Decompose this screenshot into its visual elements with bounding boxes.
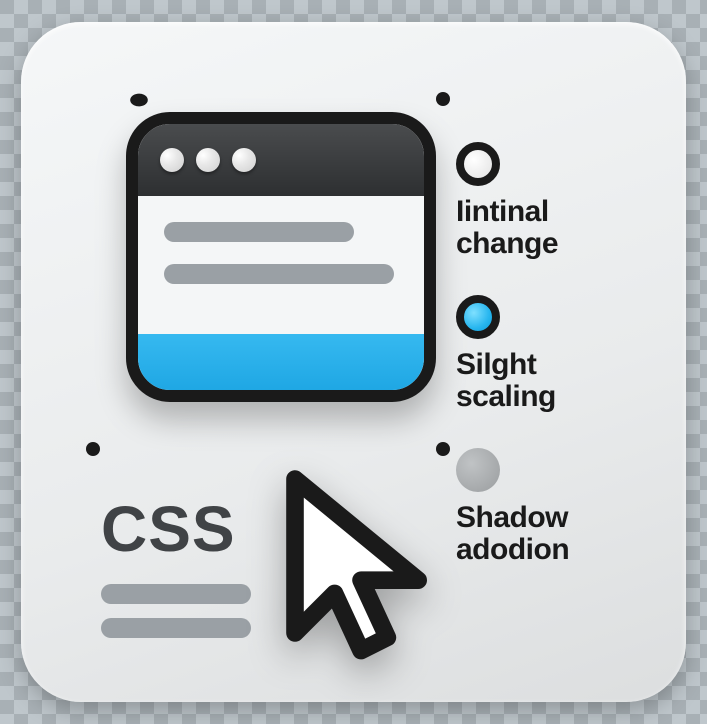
css-label: CSS <box>101 492 251 566</box>
corner-dot <box>129 93 149 108</box>
legend-label: Iintinal change <box>456 196 558 259</box>
corner-dot <box>436 92 450 106</box>
legend: Iintinal change Silght scaling Shadow ad… <box>456 142 646 565</box>
legend-item-shadow-addition: Shadow adodion <box>456 448 646 565</box>
traffic-light-icon <box>196 148 220 172</box>
legend-marker-icon <box>456 295 500 339</box>
window-highlight-bar <box>138 334 424 390</box>
content-line <box>101 618 251 638</box>
legend-marker-icon <box>456 142 500 186</box>
content-line <box>101 584 251 604</box>
browser-window-icon <box>126 112 436 402</box>
panel: CSS Iintinal change Silght scaling Sha <box>21 22 686 702</box>
window-body <box>138 196 424 284</box>
content-line <box>164 222 354 242</box>
legend-item-slight-scaling: Silght scaling <box>456 295 646 412</box>
traffic-light-icon <box>232 148 256 172</box>
window-titlebar <box>138 124 424 196</box>
traffic-light-icon <box>160 148 184 172</box>
content-line <box>164 264 394 284</box>
cursor-icon <box>251 452 471 682</box>
css-block: CSS <box>101 492 251 638</box>
legend-label: Shadow adodion <box>456 502 569 565</box>
legend-item-initial-change: Iintinal change <box>456 142 646 259</box>
legend-label: Silght scaling <box>456 349 556 412</box>
legend-marker-icon <box>456 448 500 492</box>
corner-dot <box>86 442 100 456</box>
